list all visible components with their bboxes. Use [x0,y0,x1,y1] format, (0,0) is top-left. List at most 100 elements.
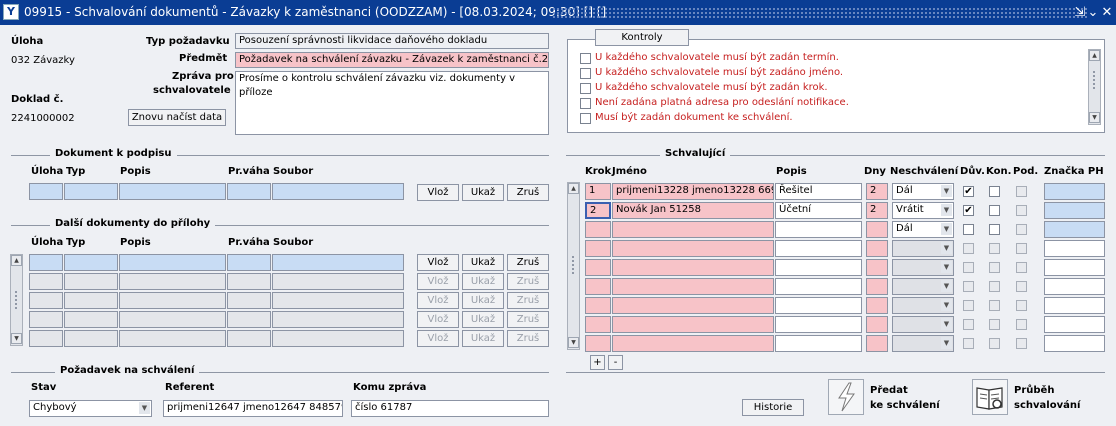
znacka-ph-field[interactable] [1044,297,1105,314]
neschvaleni-select[interactable]: ▼ [892,240,954,257]
dokument-soubor-field[interactable] [272,183,404,200]
typ-pozadavku-field[interactable]: Posouzení správnosti likvidace daňového … [235,33,549,49]
dalsi-typ-field[interactable] [64,273,118,290]
dokument-vloz-button[interactable]: Vlož [417,184,459,201]
komu-zprava-field[interactable]: číslo 61787 [351,400,549,417]
dokument-prvaha-field[interactable] [227,183,271,200]
dalsi-soubor-field[interactable] [272,254,404,271]
kon-checkbox[interactable] [989,243,1000,254]
neschvaleni-select[interactable]: ▼ [892,316,954,333]
pod-checkbox[interactable] [1016,205,1027,216]
dalsi-vloz-button[interactable]: Vlož [417,292,459,309]
chevron-down-icon[interactable]: ▼ [941,242,952,254]
chevron-down-icon[interactable]: ▼ [941,337,952,349]
pod-checkbox[interactable] [1016,186,1027,197]
popis-field[interactable] [775,335,862,352]
dalsi-typ-field[interactable] [64,254,118,271]
chevron-down-icon[interactable]: ▼ [139,402,150,414]
scroll-grip-icon[interactable] [571,255,575,275]
dalsi-vloz-button[interactable]: Vlož [417,273,459,290]
krok-field[interactable] [585,316,611,333]
jmeno-field[interactable] [612,335,774,352]
krok-field[interactable] [585,278,611,295]
duv-checkbox[interactable] [963,243,974,254]
dalsi-uloha-field[interactable] [29,330,63,347]
dalsi-ukaz-button[interactable]: Ukaž [462,292,504,309]
chevron-down-icon[interactable]: ⌄ [1086,0,1100,25]
dalsi-prvaha-field[interactable] [227,311,271,328]
scroll-up-icon[interactable]: ▲ [1089,50,1100,61]
predat-label-2[interactable]: ke schválení [870,400,940,411]
kontroly-button[interactable]: Kontroly [595,29,689,46]
remove-row-button[interactable]: - [608,355,623,370]
kontrola-checkbox[interactable] [580,83,591,94]
krok-field[interactable] [585,259,611,276]
dokument-typ-field[interactable] [64,183,118,200]
duv-checkbox[interactable] [963,338,974,349]
jmeno-field[interactable] [612,297,774,314]
dalsi-ukaz-button[interactable]: Ukaž [462,273,504,290]
jmeno-field[interactable] [612,278,774,295]
dalsi-zrus-button[interactable]: Zruš [507,254,549,271]
dalsi-zrus-button[interactable]: Zruš [507,330,549,347]
scroll-grip-icon[interactable] [1092,70,1096,90]
dalsi-uloha-field[interactable] [29,273,63,290]
dokument-popis-field[interactable] [119,183,226,200]
pod-checkbox[interactable] [1016,262,1027,273]
zprava-textarea[interactable]: Prosíme o kontrolu schválení závazku viz… [235,71,549,135]
dalsi-prvaha-field[interactable] [227,292,271,309]
dalsi-prvaha-field[interactable] [227,254,271,271]
dny-field[interactable] [866,297,888,314]
dalsi-vloz-button[interactable]: Vlož [417,311,459,328]
dalsi-soubor-field[interactable] [272,330,404,347]
duv-checkbox[interactable] [963,224,974,235]
reload-button[interactable]: Znovu načíst data [128,109,226,126]
kontrola-checkbox[interactable] [580,68,591,79]
pod-checkbox[interactable] [1016,300,1027,311]
krok-field[interactable] [585,240,611,257]
kontrola-checkbox[interactable] [580,98,591,109]
chevron-down-icon[interactable]: ▼ [941,261,952,273]
dalsi-popis-field[interactable] [119,330,226,347]
neschvaleni-select[interactable]: ▼ [892,259,954,276]
dalsi-prvaha-field[interactable] [227,330,271,347]
scroll-down-icon[interactable]: ▼ [568,337,579,348]
kon-checkbox[interactable] [989,205,1000,216]
dalsi-popis-field[interactable] [119,273,226,290]
predat-label[interactable]: Předat [870,385,908,396]
znacka-ph-field[interactable] [1044,259,1105,276]
dalsi-ukaz-button[interactable]: Ukaž [462,254,504,271]
dalsi-ukaz-button[interactable]: Ukaž [462,330,504,347]
popis-field[interactable]: Řešitel [775,183,862,200]
dalsi-popis-field[interactable] [119,292,226,309]
neschvaleni-select[interactable]: Dál ▼ [892,183,954,200]
znacka-ph-field[interactable] [1044,335,1105,352]
znacka-ph-field[interactable] [1044,278,1105,295]
prubeh-icon[interactable] [972,379,1008,415]
dalsi-soubor-field[interactable] [272,273,404,290]
dalsi-uloha-field[interactable] [29,311,63,328]
dalsi-typ-field[interactable] [64,292,118,309]
pod-checkbox[interactable] [1016,319,1027,330]
krok-field[interactable]: 1 [585,183,611,200]
dny-field[interactable] [866,221,888,238]
add-row-button[interactable]: + [590,355,605,370]
duv-checkbox[interactable]: ✔ [963,205,974,216]
krok-field[interactable] [585,335,611,352]
neschvaleni-select[interactable]: Vrátit ▼ [892,202,954,219]
duv-checkbox[interactable] [963,300,974,311]
chevron-down-icon[interactable]: ▼ [941,204,952,216]
jmeno-field[interactable] [612,240,774,257]
dny-field[interactable] [866,259,888,276]
scroll-grip-icon[interactable] [14,290,18,310]
chevron-down-icon[interactable]: ▼ [941,280,952,292]
kon-checkbox[interactable] [989,300,1000,311]
jmeno-field[interactable] [612,316,774,333]
chevron-down-icon[interactable]: ▼ [941,223,952,235]
prubeh-label-2[interactable]: schvalování [1014,400,1080,411]
jmeno-field[interactable] [612,259,774,276]
jmeno-field[interactable] [612,221,774,238]
dalsi-ukaz-button[interactable]: Ukaž [462,311,504,328]
dny-field[interactable]: 2 [866,202,888,219]
popis-field[interactable] [775,316,862,333]
